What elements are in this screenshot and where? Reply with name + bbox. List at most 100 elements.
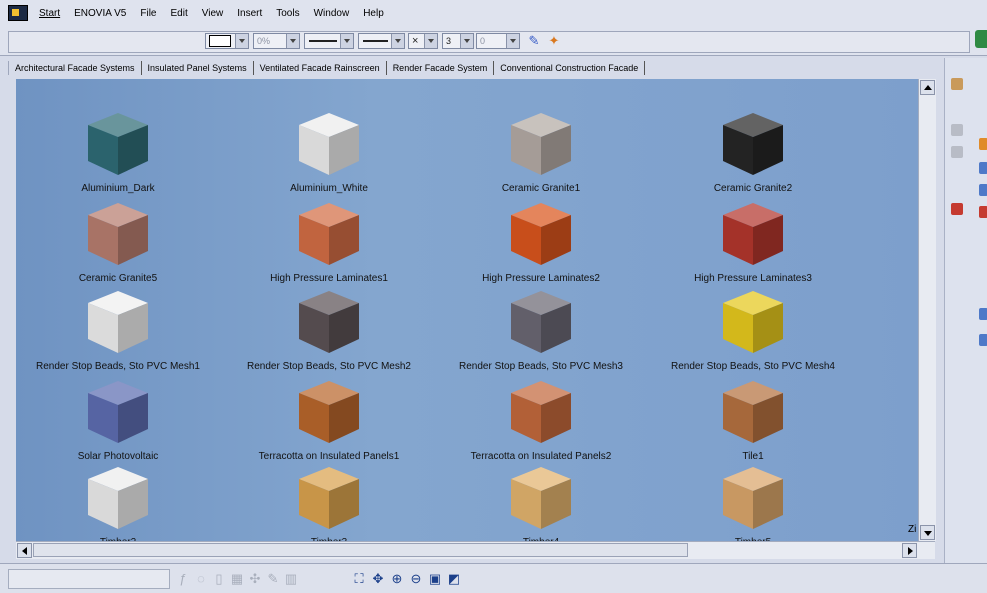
edge-tool-icon[interactable] xyxy=(979,138,987,150)
tab-insulated-panel-systems[interactable]: Insulated Panel Systems xyxy=(142,61,254,75)
comment-icon: ◌ xyxy=(197,571,205,586)
zoom-out-icon[interactable]: ⊖ xyxy=(409,572,423,586)
material-item[interactable]: Ceramic Granite5 xyxy=(28,199,208,284)
material-item[interactable]: Aluminium_White xyxy=(239,109,419,194)
material-item[interactable]: Render Stop Beads, Sto PVC Mesh3 xyxy=(451,287,631,372)
paint-brush-icon[interactable]: ✎ xyxy=(526,33,542,49)
vertical-scrollbar[interactable] xyxy=(918,79,936,541)
layer-combo[interactable]: 0 xyxy=(476,33,520,49)
line-type-combo[interactable] xyxy=(358,33,405,49)
material-swatch-icon xyxy=(505,109,577,179)
scroll-right-button[interactable] xyxy=(902,543,917,558)
menu-tools[interactable]: Tools xyxy=(269,8,306,19)
analysis-icon: ▥ xyxy=(284,571,298,586)
zoom-in-icon[interactable]: ⊕ xyxy=(390,572,404,586)
view-mode-icon[interactable]: ◩ xyxy=(447,572,461,586)
point-type-combo[interactable]: × xyxy=(408,33,438,49)
material-item[interactable]: High Pressure Laminates3 xyxy=(663,199,843,284)
normal-view-icon[interactable]: ▣ xyxy=(428,572,442,586)
material-label: Ceramic Granite2 xyxy=(713,183,793,194)
material-swatch-icon xyxy=(293,287,365,357)
chevron-down-icon[interactable] xyxy=(340,34,353,48)
scroll-left-button[interactable] xyxy=(17,543,32,558)
scroll-up-button[interactable] xyxy=(920,80,935,95)
pdf-icon[interactable] xyxy=(951,203,963,215)
horizontal-scroll-thumb[interactable] xyxy=(33,543,688,557)
material-swatch-icon xyxy=(505,463,577,533)
material-browser-icon[interactable] xyxy=(951,78,963,90)
line-sample xyxy=(309,40,337,42)
chevron-down-icon[interactable] xyxy=(286,34,299,48)
material-item[interactable]: Tile1 xyxy=(663,377,843,462)
start-icon[interactable] xyxy=(8,5,28,21)
edge-tool-icon[interactable] xyxy=(979,308,987,320)
chevron-down-icon[interactable] xyxy=(235,34,248,48)
material-swatch-icon xyxy=(293,199,365,269)
material-swatch-icon xyxy=(717,287,789,357)
status-bar xyxy=(0,563,987,593)
menu-view[interactable]: View xyxy=(195,8,231,19)
fill-color-combo[interactable] xyxy=(205,33,249,49)
fit-all-icon[interactable]: ⛶ xyxy=(352,572,366,586)
material-item[interactable]: Render Stop Beads, Sto PVC Mesh4 xyxy=(663,287,843,372)
material-swatch-icon xyxy=(717,377,789,447)
menu-start[interactable]: Start xyxy=(32,8,67,19)
edge-tool-icon[interactable] xyxy=(979,206,987,218)
material-swatch-icon xyxy=(505,199,577,269)
material-item[interactable]: Aluminium_Dark xyxy=(28,109,208,194)
transparency-combo[interactable]: 0% xyxy=(253,33,300,49)
material-item[interactable]: High Pressure Laminates2 xyxy=(451,199,631,284)
material-label: Render Stop Beads, Sto PVC Mesh1 xyxy=(36,361,200,372)
menu-help[interactable]: Help xyxy=(356,8,391,19)
compass-icon[interactable] xyxy=(975,30,987,48)
material-item[interactable]: Render Stop Beads, Sto PVC Mesh2 xyxy=(239,287,419,372)
edge-tool-icon[interactable] xyxy=(979,184,987,196)
material-swatch-icon xyxy=(82,377,154,447)
tab-ventilated-facade-rainscreen[interactable]: Ventilated Facade Rainscreen xyxy=(254,61,387,75)
material-item[interactable]: Ceramic Granite2 xyxy=(663,109,843,194)
line-thickness-combo[interactable] xyxy=(304,33,354,49)
material-label: Render Stop Beads, Sto PVC Mesh4 xyxy=(671,361,835,372)
tab-conventional-construction-facade[interactable]: Conventional Construction Facade xyxy=(494,61,646,75)
material-item[interactable]: Terracotta on Insulated Panels2 xyxy=(451,377,631,462)
weight-combo[interactable]: 3 xyxy=(442,33,474,49)
status-field xyxy=(8,569,170,589)
catalog-tabs: Architectural Facade Systems Insulated P… xyxy=(8,58,938,78)
material-swatch-icon xyxy=(717,463,789,533)
material-label: Render Stop Beads, Sto PVC Mesh3 xyxy=(459,361,623,372)
formula-icon: ƒ xyxy=(179,571,187,586)
menu-window[interactable]: Window xyxy=(307,8,357,19)
material-item[interactable]: Solar Photovoltaic xyxy=(28,377,208,462)
chevron-down-icon[interactable] xyxy=(460,34,473,48)
material-item[interactable]: Timber5 xyxy=(663,463,843,541)
chevron-down-icon[interactable] xyxy=(506,34,519,48)
tab-architectural-facade-systems[interactable]: Architectural Facade Systems xyxy=(8,61,142,75)
material-item[interactable]: Timber4 xyxy=(451,463,631,541)
horizontal-scrollbar[interactable] xyxy=(16,541,935,559)
transparency-value: 0% xyxy=(257,36,271,46)
edge-tool-icon[interactable] xyxy=(979,162,987,174)
material-swatch-icon xyxy=(717,199,789,269)
measure-icon: ▯ xyxy=(215,571,223,586)
tab-render-facade-system[interactable]: Render Facade System xyxy=(387,61,495,75)
material-item[interactable]: Terracotta on Insulated Panels1 xyxy=(239,377,419,462)
menu-edit[interactable]: Edit xyxy=(164,8,195,19)
tools-icon: ✣ xyxy=(249,571,261,586)
edge-tool-icon[interactable] xyxy=(979,334,987,346)
disabled-tool-icon xyxy=(951,146,963,158)
chevron-down-icon[interactable] xyxy=(424,34,437,48)
partial-material-label: Zi xyxy=(908,524,917,535)
menu-file[interactable]: File xyxy=(133,8,163,19)
pan-icon[interactable]: ✥ xyxy=(371,572,385,586)
material-item[interactable]: Timber3 xyxy=(239,463,419,541)
chevron-down-icon[interactable] xyxy=(391,34,404,48)
material-item[interactable]: Ceramic Granite1 xyxy=(451,109,631,194)
material-item[interactable]: Timber2 xyxy=(28,463,208,541)
material-item[interactable]: High Pressure Laminates1 xyxy=(239,199,419,284)
menu-enovia[interactable]: ENOVIA V5 xyxy=(67,8,133,19)
painter-icon[interactable]: ✦ xyxy=(546,33,562,49)
material-item[interactable]: Render Stop Beads, Sto PVC Mesh1 xyxy=(28,287,208,372)
menu-insert[interactable]: Insert xyxy=(230,8,269,19)
scroll-down-button[interactable] xyxy=(920,525,935,540)
material-label: Ceramic Granite5 xyxy=(78,273,158,284)
